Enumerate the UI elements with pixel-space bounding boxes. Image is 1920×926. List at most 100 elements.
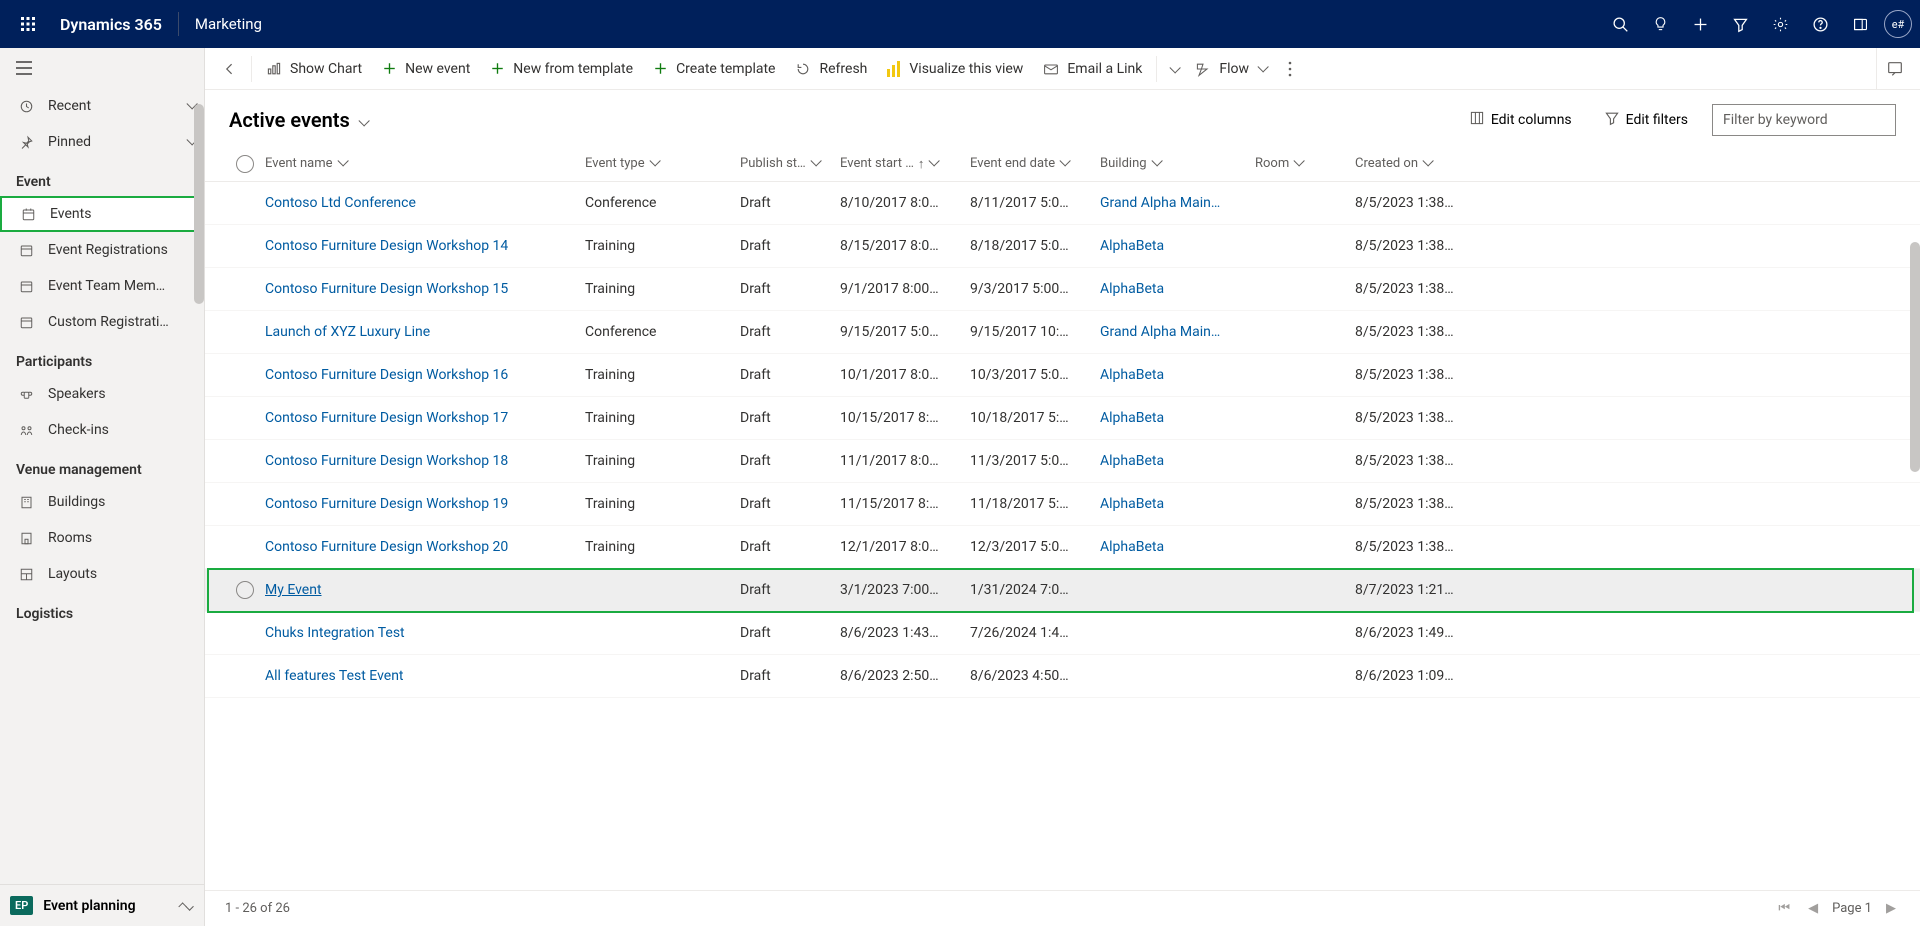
cell-building[interactable]: AlphaBeta xyxy=(1100,539,1255,555)
settings-gear-icon[interactable] xyxy=(1760,0,1800,48)
nav-recent[interactable]: Recent xyxy=(0,88,204,124)
cell-building[interactable]: AlphaBeta xyxy=(1100,453,1255,469)
event-name-link[interactable]: Contoso Furniture Design Workshop 14 xyxy=(265,238,585,254)
nav-item-label: Layouts xyxy=(48,566,97,582)
table-row[interactable]: Contoso Furniture Design Workshop 20Trai… xyxy=(205,526,1920,569)
select-all-checkbox[interactable] xyxy=(236,155,254,173)
view-header: Active events Edit columns Edit filters xyxy=(205,90,1920,146)
col-event-start[interactable]: Event start …↑ xyxy=(840,156,970,172)
event-name-link[interactable]: Contoso Furniture Design Workshop 17 xyxy=(265,410,585,426)
flow-icon xyxy=(1195,61,1211,77)
event-name-link[interactable]: Contoso Furniture Design Workshop 16 xyxy=(265,367,585,383)
table-row[interactable]: Contoso Furniture Design Workshop 19Trai… xyxy=(205,483,1920,526)
event-name-link[interactable]: My Event xyxy=(265,582,585,598)
event-name-link[interactable]: Launch of XYZ Luxury Line xyxy=(265,324,585,340)
event-name-link[interactable]: Contoso Furniture Design Workshop 15 xyxy=(265,281,585,297)
table-row[interactable]: My EventDraft3/1/2023 7:00…1/31/2024 7:0… xyxy=(205,569,1920,612)
email-link-split-chevron[interactable] xyxy=(1161,59,1185,78)
app-launcher-icon[interactable] xyxy=(8,16,48,32)
table-row[interactable]: Launch of XYZ Luxury LineConferenceDraft… xyxy=(205,311,1920,354)
nav-item-speakers[interactable]: Speakers xyxy=(0,376,204,412)
flow-button[interactable]: Flow xyxy=(1185,48,1275,90)
page-next-button[interactable]: ▶ xyxy=(1882,899,1900,918)
new-from-template-button[interactable]: New from template xyxy=(480,48,643,90)
area-switcher[interactable]: EP Event planning xyxy=(0,884,204,926)
brand-title[interactable]: Dynamics 365 xyxy=(48,15,174,34)
row-checkbox[interactable] xyxy=(236,581,254,599)
event-name-link[interactable]: All features Test Event xyxy=(265,668,585,684)
page-prev-button[interactable]: ◀ xyxy=(1804,899,1822,918)
table-row[interactable]: Contoso Furniture Design Workshop 16Trai… xyxy=(205,354,1920,397)
cell-event-start: 8/15/2017 8:0… xyxy=(840,238,970,254)
nav-scrollbar[interactable] xyxy=(194,104,204,304)
nav-item-rooms[interactable]: Rooms xyxy=(0,520,204,556)
grid-scrollbar[interactable] xyxy=(1910,242,1920,472)
cell-building[interactable]: Grand Alpha Main… xyxy=(1100,195,1255,211)
app-area-name[interactable]: Marketing xyxy=(183,15,274,33)
page-first-button[interactable]: ⏮ xyxy=(1774,899,1794,918)
plus-icon[interactable] xyxy=(1680,0,1720,48)
cell-event-start: 3/1/2023 7:00… xyxy=(840,582,970,598)
col-event-name[interactable]: Event name xyxy=(265,156,585,171)
nav-item-buildings[interactable]: Buildings xyxy=(0,484,204,520)
cell-created-on: 8/6/2023 1:09… xyxy=(1355,668,1485,684)
assistant-pane-icon[interactable] xyxy=(1840,0,1880,48)
show-chart-button[interactable]: Show Chart xyxy=(256,48,372,90)
nav-item-events[interactable]: Events xyxy=(0,196,204,232)
col-building[interactable]: Building xyxy=(1100,156,1255,171)
col-created-on[interactable]: Created on xyxy=(1355,156,1485,171)
cell-event-end: 9/15/2017 10:… xyxy=(970,324,1100,340)
user-avatar[interactable]: e# xyxy=(1884,10,1912,38)
nav-item-check-ins[interactable]: Check-ins xyxy=(0,412,204,448)
cell-event-start: 11/1/2017 8:0… xyxy=(840,453,970,469)
search-icon[interactable] xyxy=(1600,0,1640,48)
table-row[interactable]: Contoso Furniture Design Workshop 18Trai… xyxy=(205,440,1920,483)
visualize-view-button[interactable]: Visualize this view xyxy=(877,48,1033,90)
nav-collapse-icon[interactable] xyxy=(0,48,204,88)
create-template-button[interactable]: Create template xyxy=(643,48,785,90)
table-row[interactable]: Contoso Furniture Design Workshop 17Trai… xyxy=(205,397,1920,440)
refresh-button[interactable]: Refresh xyxy=(785,48,877,90)
table-row[interactable]: Contoso Furniture Design Workshop 14Trai… xyxy=(205,225,1920,268)
nav-item-icon xyxy=(16,423,36,438)
table-row[interactable]: Contoso Furniture Design Workshop 15Trai… xyxy=(205,268,1920,311)
cell-building[interactable]: AlphaBeta xyxy=(1100,410,1255,426)
col-event-type[interactable]: Event type xyxy=(585,156,740,171)
cell-building[interactable]: AlphaBeta xyxy=(1100,367,1255,383)
cell-building[interactable]: AlphaBeta xyxy=(1100,281,1255,297)
nav-item-event-registrations[interactable]: Event Registrations xyxy=(0,232,204,268)
lightbulb-icon[interactable] xyxy=(1640,0,1680,48)
back-button[interactable] xyxy=(213,61,247,77)
filter-funnel-icon[interactable] xyxy=(1720,0,1760,48)
view-selector[interactable]: Active events xyxy=(229,108,366,132)
command-overflow-button[interactable] xyxy=(1275,61,1305,77)
cell-building[interactable]: AlphaBeta xyxy=(1100,238,1255,254)
event-name-link[interactable]: Chuks Integration Test xyxy=(265,625,585,641)
table-row[interactable]: Contoso Ltd ConferenceConferenceDraft8/1… xyxy=(205,182,1920,225)
col-room[interactable]: Room xyxy=(1255,156,1355,171)
event-name-link[interactable]: Contoso Furniture Design Workshop 20 xyxy=(265,539,585,555)
cell-building[interactable]: AlphaBeta xyxy=(1100,496,1255,512)
table-row[interactable]: All features Test EventDraft8/6/2023 2:5… xyxy=(205,655,1920,698)
nav-item-custom-registrati-[interactable]: Custom Registrati… xyxy=(0,304,204,340)
table-row[interactable]: Chuks Integration TestDraft8/6/2023 1:43… xyxy=(205,612,1920,655)
cell-created-on: 8/5/2023 1:38… xyxy=(1355,238,1485,254)
cell-event-type: Training xyxy=(585,496,740,512)
nav-item-layouts[interactable]: Layouts xyxy=(0,556,204,592)
help-icon[interactable] xyxy=(1800,0,1840,48)
cell-building[interactable]: Grand Alpha Main… xyxy=(1100,324,1255,340)
event-name-link[interactable]: Contoso Furniture Design Workshop 19 xyxy=(265,496,585,512)
event-name-link[interactable]: Contoso Ltd Conference xyxy=(265,195,585,211)
col-event-end[interactable]: Event end date xyxy=(970,156,1100,171)
edit-columns-button[interactable]: Edit columns xyxy=(1461,106,1580,134)
edit-filters-button[interactable]: Edit filters xyxy=(1596,106,1696,134)
filter-keyword-input[interactable] xyxy=(1712,104,1896,136)
event-name-link[interactable]: Contoso Furniture Design Workshop 18 xyxy=(265,453,585,469)
cell-event-start: 8/6/2023 1:43… xyxy=(840,625,970,641)
col-publish-status[interactable]: Publish st… xyxy=(740,156,840,171)
nav-pinned[interactable]: Pinned xyxy=(0,124,204,160)
new-event-button[interactable]: New event xyxy=(372,48,480,90)
email-link-button[interactable]: Email a Link xyxy=(1033,48,1152,90)
side-chat-icon[interactable] xyxy=(1876,48,1912,90)
nav-item-event-team-mem-[interactable]: Event Team Mem… xyxy=(0,268,204,304)
